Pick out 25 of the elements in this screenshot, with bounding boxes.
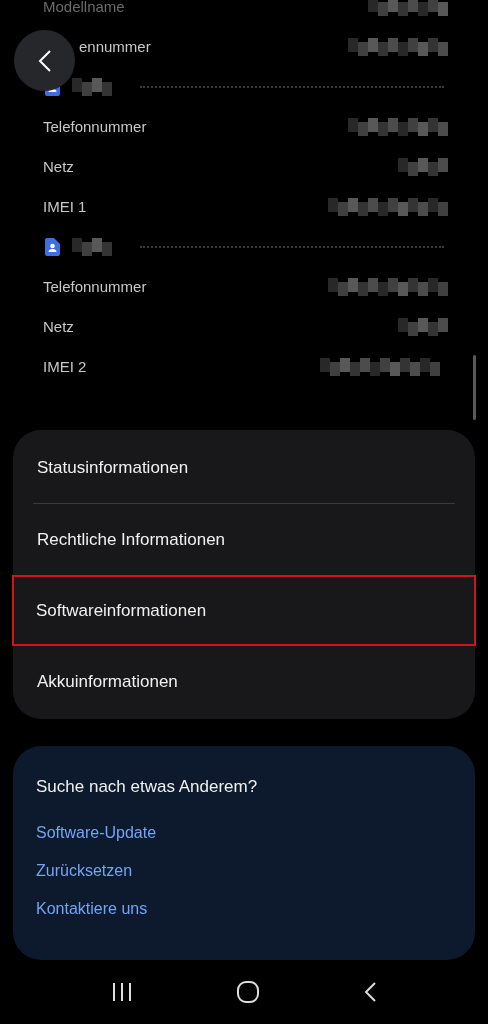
menu-item[interactable]: Softwareinformationen — [12, 575, 476, 646]
suggestion-link[interactable]: Zurücksetzen — [36, 851, 133, 890]
pixelated-value — [398, 318, 448, 336]
pixelated-value — [72, 78, 112, 96]
suggestions-title: Suche nach etwas Anderem? — [36, 776, 259, 798]
info-label: IMEI 2 — [43, 356, 87, 377]
scrollbar — [473, 355, 476, 420]
info-label: Netz — [43, 156, 74, 177]
suggestion-link[interactable]: Software-Update — [36, 813, 157, 852]
back-icon[interactable] — [362, 981, 377, 1003]
menu-item[interactable]: Rechtliche Informationen — [13, 504, 475, 575]
menu-item[interactable]: Statusinformationen — [13, 432, 475, 503]
info-label: Modellname — [43, 0, 125, 17]
suggestion-link[interactable]: Kontaktiere uns — [36, 889, 148, 928]
home-icon[interactable] — [236, 980, 260, 1004]
info-label: IMEI 1 — [43, 196, 87, 217]
sim-card-icon — [44, 238, 60, 256]
pixelated-value — [72, 238, 112, 256]
info-label: ennummer — [79, 36, 151, 57]
menu-item[interactable]: Akkuinformationen — [13, 646, 475, 717]
info-label: Telefonnummer — [43, 276, 147, 297]
info-label: Telefonnummer — [43, 116, 147, 137]
info-label: Netz — [43, 316, 74, 337]
pixelated-value — [398, 158, 448, 176]
recent-apps-icon[interactable] — [111, 982, 134, 1002]
